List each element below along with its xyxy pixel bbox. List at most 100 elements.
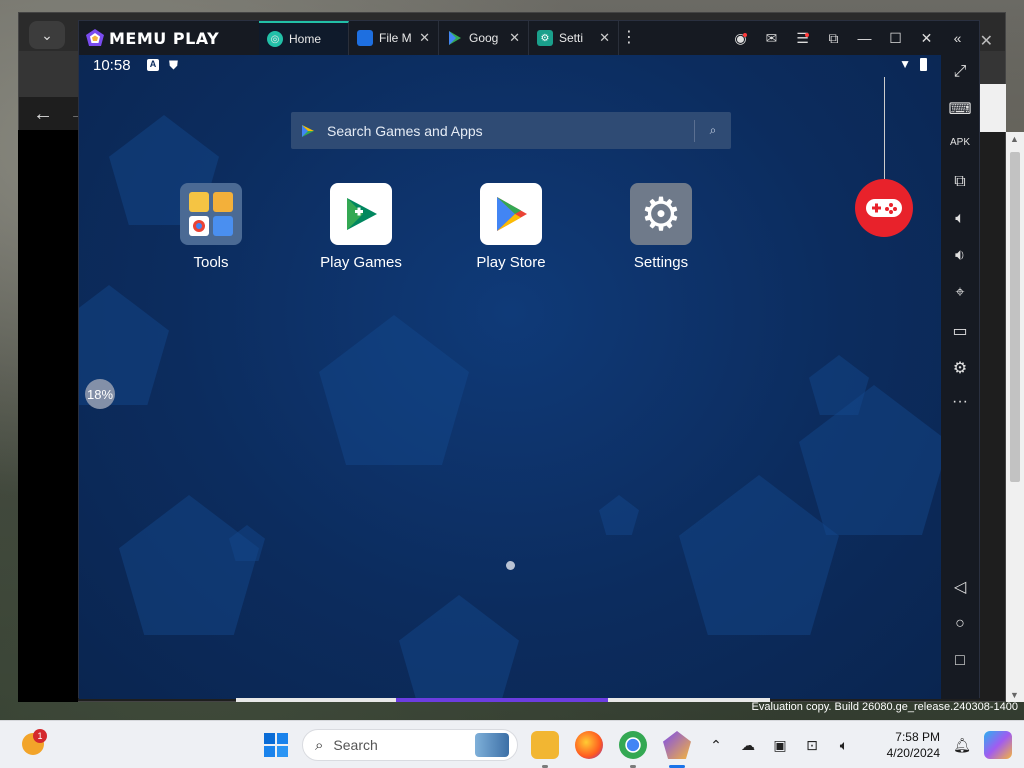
back-nav-icon[interactable]: ◁ xyxy=(941,577,979,597)
scroll-down-icon[interactable]: ▼ xyxy=(1010,690,1019,700)
scroll-thumb[interactable] xyxy=(1010,152,1020,482)
apk-icon[interactable]: APK xyxy=(941,137,979,148)
bottom-progress-strip xyxy=(236,698,770,702)
search-icon[interactable]: ⌕ xyxy=(695,123,731,138)
gamepad-icon[interactable] xyxy=(855,179,913,237)
folder-icon[interactable]: ▭ xyxy=(941,321,979,341)
menu-icon[interactable]: ☰ xyxy=(787,30,818,47)
evaluation-watermark: Evaluation copy. Build 26080.ge_release.… xyxy=(751,701,1018,713)
firefox-icon[interactable] xyxy=(575,731,603,759)
play-store-icon xyxy=(480,183,542,245)
memu-tabs: ◎ Home File M ✕ Goog ✕ ⚙ Setti ✕ ⋮ xyxy=(259,21,639,55)
copilot-icon[interactable] xyxy=(984,731,1012,759)
background-shape xyxy=(119,495,259,635)
play-games-icon xyxy=(330,183,392,245)
display-icon[interactable]: ▣ xyxy=(764,737,796,754)
background-shape xyxy=(809,355,869,415)
app-play-games[interactable]: Play Games xyxy=(296,183,426,271)
memory-progress-badge[interactable]: 18% xyxy=(85,379,115,409)
notification-bell-icon[interactable]: 🔔︎ xyxy=(946,737,978,754)
close-icon[interactable]: ✕ xyxy=(599,30,610,46)
app-search-bar[interactable]: Search Games and Apps ⌕ xyxy=(291,112,731,149)
background-shape xyxy=(599,495,639,535)
gamepad-string xyxy=(884,77,885,179)
memu-titlebar: MEMU PLAY ◎ Home File M ✕ Goog ✕ ⚙ Setti… xyxy=(79,21,979,55)
screen-cast-icon[interactable]: ⧉ xyxy=(818,30,849,47)
background-close-icon[interactable]: ✕ xyxy=(980,31,993,51)
more-icon[interactable]: ··· xyxy=(941,393,979,411)
tab-more-icon[interactable]: ⋮ xyxy=(619,21,639,55)
app-label: Play Games xyxy=(320,254,402,271)
recents-nav-icon[interactable]: □ xyxy=(941,652,979,670)
app-settings[interactable]: ⚙ Settings xyxy=(596,183,726,271)
settings-gear-icon: ⚙ xyxy=(630,183,692,245)
background-scrollbar[interactable]: ▲ ▼ xyxy=(1006,132,1024,702)
network-icon[interactable]: ⊡ xyxy=(796,737,828,754)
location-icon[interactable]: ⌖ xyxy=(941,284,979,302)
widget-badge: 1 xyxy=(33,729,47,743)
status-time: 10:58 xyxy=(93,57,131,74)
volume-icon[interactable]: 🔈︎ xyxy=(828,737,860,754)
tab-google-play[interactable]: Goog ✕ xyxy=(439,21,529,55)
multi-instance-icon[interactable]: ⧉ xyxy=(941,173,979,191)
tab-dropdown-icon[interactable]: ⌄ xyxy=(29,21,65,49)
app-tools[interactable]: Tools xyxy=(146,183,276,271)
maximize-icon[interactable]: ☐ xyxy=(880,30,911,47)
memu-sidebar: ⤢ ⌨ APK ⧉ 🔈︎ 🔉︎ ⌖ ▭ ⚙ ··· ◁ ○ □ xyxy=(941,55,979,699)
close-icon[interactable]: ✕ xyxy=(419,30,430,46)
play-store-icon xyxy=(302,124,314,137)
mail-icon[interactable]: ✉ xyxy=(756,30,787,47)
minimize-icon[interactable]: — xyxy=(849,30,880,46)
windows-start-icon[interactable] xyxy=(264,733,288,757)
memu-taskbar-icon[interactable] xyxy=(663,731,691,759)
memu-logo-icon xyxy=(86,29,104,46)
background-shape xyxy=(399,595,519,699)
background-shape xyxy=(679,475,839,635)
tab-file-manager[interactable]: File M ✕ xyxy=(349,21,439,55)
taskbar: 1 ⌕ Search ⌃ ☁ ▣ ⊡ 🔈︎ 7:58 PM 4/20/2024 … xyxy=(0,720,1024,768)
tab-label: Goog xyxy=(469,31,499,45)
onedrive-icon[interactable]: ☁ xyxy=(732,737,764,754)
memu-window: MEMU PLAY ◎ Home File M ✕ Goog ✕ ⚙ Setti… xyxy=(78,20,980,699)
chrome-icon[interactable] xyxy=(619,731,647,759)
clock-date: 4/20/2024 xyxy=(886,746,940,760)
brand-name: MEMU PLAY xyxy=(109,28,220,48)
notification-a-icon: A xyxy=(147,59,159,71)
play-store-icon xyxy=(449,31,461,45)
tab-home[interactable]: ◎ Home xyxy=(259,21,349,55)
folder-icon xyxy=(357,30,373,46)
clock[interactable]: 7:58 PM 4/20/2024 xyxy=(860,729,940,761)
gear-icon: ⚙ xyxy=(537,30,553,46)
tab-label: Home xyxy=(289,32,322,46)
system-tray: ⌃ ☁ ▣ ⊡ 🔈︎ 7:58 PM 4/20/2024 🔔︎ xyxy=(700,721,1024,768)
volume-up-icon[interactable]: 🔈︎ xyxy=(941,210,979,228)
app-play-store[interactable]: Play Store xyxy=(446,183,576,271)
fullscreen-icon[interactable]: ⤢ xyxy=(941,63,979,81)
close-window-icon[interactable]: ✕ xyxy=(911,30,942,47)
settings-icon[interactable]: ⚙ xyxy=(941,358,979,378)
tab-label: File M xyxy=(379,31,412,45)
back-arrow-icon[interactable]: ← xyxy=(33,103,53,126)
taskbar-search[interactable]: ⌕ Search xyxy=(302,729,518,761)
chevron-up-icon[interactable]: ⌃ xyxy=(700,737,732,754)
search-highlight-image xyxy=(475,733,509,757)
shield-icon: ⛊ xyxy=(169,58,179,72)
tools-folder-icon xyxy=(180,183,242,245)
file-explorer-icon[interactable] xyxy=(531,731,559,759)
search-placeholder: Search Games and Apps xyxy=(327,122,483,139)
account-icon[interactable]: ◉ xyxy=(725,30,756,47)
battery-icon xyxy=(920,58,927,71)
volume-down-icon[interactable]: 🔉︎ xyxy=(941,247,979,265)
background-shape xyxy=(319,315,469,465)
home-nav-icon[interactable]: ○ xyxy=(941,615,979,633)
app-label: Play Store xyxy=(476,254,546,271)
keyboard-icon[interactable]: ⌨ xyxy=(941,99,979,119)
wifi-icon: ▼ xyxy=(899,57,911,71)
window-actions: ◉ ✉ ☰ ⧉ — ☐ ✕ « xyxy=(725,21,973,55)
tab-settings[interactable]: ⚙ Setti ✕ xyxy=(529,21,619,55)
scroll-up-icon[interactable]: ▲ xyxy=(1010,134,1019,144)
progress-text: 18% xyxy=(86,386,114,402)
close-icon[interactable]: ✕ xyxy=(509,30,520,46)
tab-label: Setti xyxy=(559,31,584,45)
collapse-sidebar-icon[interactable]: « xyxy=(942,30,973,46)
